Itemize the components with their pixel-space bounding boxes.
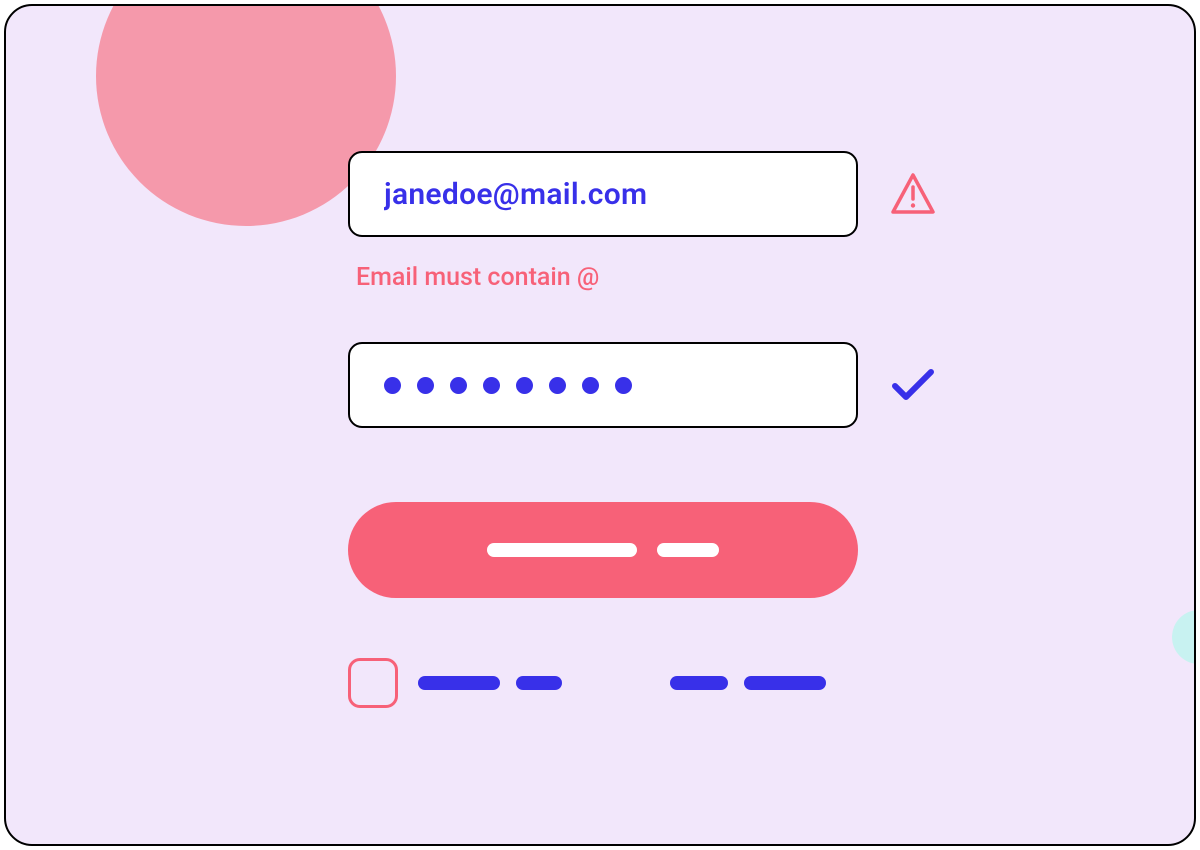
form-card: Email must contain @ (4, 4, 1196, 846)
check-icon (888, 360, 938, 410)
email-row (348, 151, 968, 237)
decor-circle-cyan (1172, 610, 1196, 664)
secondary-link[interactable] (670, 676, 826, 690)
password-field[interactable] (348, 342, 858, 428)
terms-row (348, 658, 858, 708)
password-dot (615, 377, 632, 394)
terms-checkbox[interactable] (348, 658, 398, 708)
link-placeholder (516, 676, 562, 690)
link-placeholder (418, 676, 500, 690)
button-label-placeholder (657, 543, 719, 557)
link-placeholder (670, 676, 728, 690)
password-row (348, 342, 968, 428)
password-dot (450, 377, 467, 394)
button-label-placeholder (487, 543, 637, 557)
password-dot (516, 377, 533, 394)
terms-link[interactable] (418, 676, 562, 690)
email-error-text: Email must contain @ (356, 263, 968, 292)
alert-triangle-icon (888, 169, 938, 219)
password-dot (582, 377, 599, 394)
password-dot (549, 377, 566, 394)
submit-button[interactable] (348, 502, 858, 598)
login-form: Email must contain @ (348, 151, 968, 708)
password-dot (483, 377, 500, 394)
password-dot (384, 377, 401, 394)
link-placeholder (744, 676, 826, 690)
password-dot (417, 377, 434, 394)
email-field[interactable] (348, 151, 858, 237)
